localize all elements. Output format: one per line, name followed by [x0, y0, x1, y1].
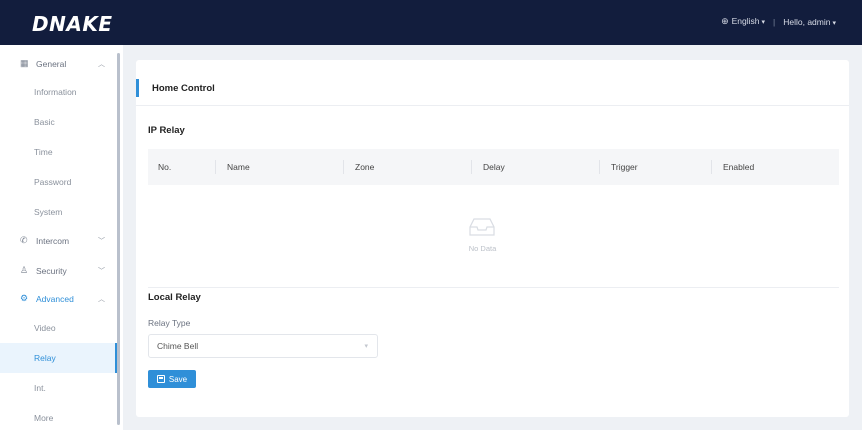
column-divider	[343, 160, 344, 174]
title-divider	[136, 105, 849, 106]
relay-type-select[interactable]: Chime Bell ▾	[148, 334, 378, 358]
sidebar-item-relay[interactable]: Relay	[0, 343, 117, 373]
chevron-down-icon: ﹀	[98, 237, 105, 245]
chevron-down-icon: ▾	[364, 343, 368, 350]
sidebar-group-label: Advanced	[36, 293, 74, 304]
sidebar-item-video[interactable]: Video	[0, 313, 117, 343]
sidebar-item-password[interactable]: Password	[0, 167, 117, 197]
ip-relay-title: IP Relay	[148, 125, 185, 136]
separator: |	[773, 16, 776, 27]
language-label: English	[731, 16, 760, 26]
chevron-up-icon: ︿	[98, 60, 105, 68]
sidebar-group-intercom[interactable]: ✆ Intercom ﹀	[0, 227, 117, 254]
empty-inbox-icon	[469, 218, 495, 236]
chevron-down-icon: ﹀	[98, 267, 105, 275]
save-button[interactable]: Save	[148, 370, 196, 388]
sidebar-group-advanced[interactable]: ⚙ Advanced ︿	[0, 285, 117, 312]
top-right-controls: ⊕ English ▾ | Hello, admin ▾	[721, 16, 836, 27]
ip-relay-empty-state: No Data	[148, 185, 839, 288]
sidebar-item-int[interactable]: Int.	[0, 373, 117, 403]
top-bar: DNAKE ⊕ English ▾ | Hello, admin ▾	[0, 0, 862, 45]
column-header-enabled: Enabled	[723, 162, 755, 172]
language-selector[interactable]: ⊕ English ▾	[721, 16, 765, 27]
sidebar-item-more[interactable]: More	[0, 403, 117, 430]
sidebar-item-system[interactable]: System	[0, 197, 117, 227]
column-header-no: No.	[158, 162, 172, 172]
chevron-down-icon: ▾	[761, 19, 766, 26]
relay-type-value: Chime Bell	[157, 341, 199, 351]
column-header-trigger: Trigger	[611, 162, 638, 172]
ip-relay-table-header: No. Name Zone Delay Trigger Enabled	[148, 149, 839, 185]
sidebar-group-label: General	[36, 58, 67, 69]
gear-icon: ⚙	[20, 293, 29, 303]
home-control-card: Home Control IP Relay No. Name Zone Dela…	[136, 60, 849, 417]
column-divider	[599, 160, 600, 174]
dnake-logo[interactable]: DNAKE	[32, 12, 112, 36]
column-divider	[471, 160, 472, 174]
building-icon: ▦	[20, 58, 29, 68]
sidebar-group-security[interactable]: ♙ Security ﹀	[0, 257, 117, 284]
column-header-delay: Delay	[483, 162, 505, 172]
save-icon	[156, 375, 165, 383]
column-divider	[215, 160, 216, 174]
relay-type-label: Relay Type	[148, 318, 191, 328]
person-shield-icon: ♙	[20, 265, 29, 275]
column-header-zone: Zone	[355, 162, 375, 172]
sidebar-item-time[interactable]: Time	[0, 137, 117, 167]
sidebar-item-basic[interactable]: Basic	[0, 107, 117, 137]
phone-icon: ✆	[20, 235, 28, 245]
local-relay-title: Local Relay	[148, 292, 201, 303]
sidebar-group-label: Security	[36, 265, 67, 276]
column-header-name: Name	[227, 162, 250, 172]
save-button-label: Save	[168, 374, 188, 384]
user-greeting: Hello, admin	[783, 16, 831, 27]
sidebar-scrollbar[interactable]	[117, 53, 120, 425]
sidebar-item-information[interactable]: Information	[0, 77, 117, 107]
column-divider	[711, 160, 712, 174]
user-menu[interactable]: Hello, admin ▾	[783, 17, 836, 27]
sidebar-group-general[interactable]: ▦ General ︿	[0, 50, 117, 77]
chevron-down-icon: ▾	[832, 19, 836, 27]
globe-icon: ⊕	[721, 16, 729, 26]
sidebar-group-label: Intercom	[36, 235, 70, 246]
page-title: Home Control	[136, 79, 215, 97]
empty-text: No Data	[468, 244, 497, 253]
chevron-up-icon: ︿	[98, 295, 105, 303]
sidebar: ▦ General ︿ Information Basic Time Passw…	[0, 45, 123, 430]
